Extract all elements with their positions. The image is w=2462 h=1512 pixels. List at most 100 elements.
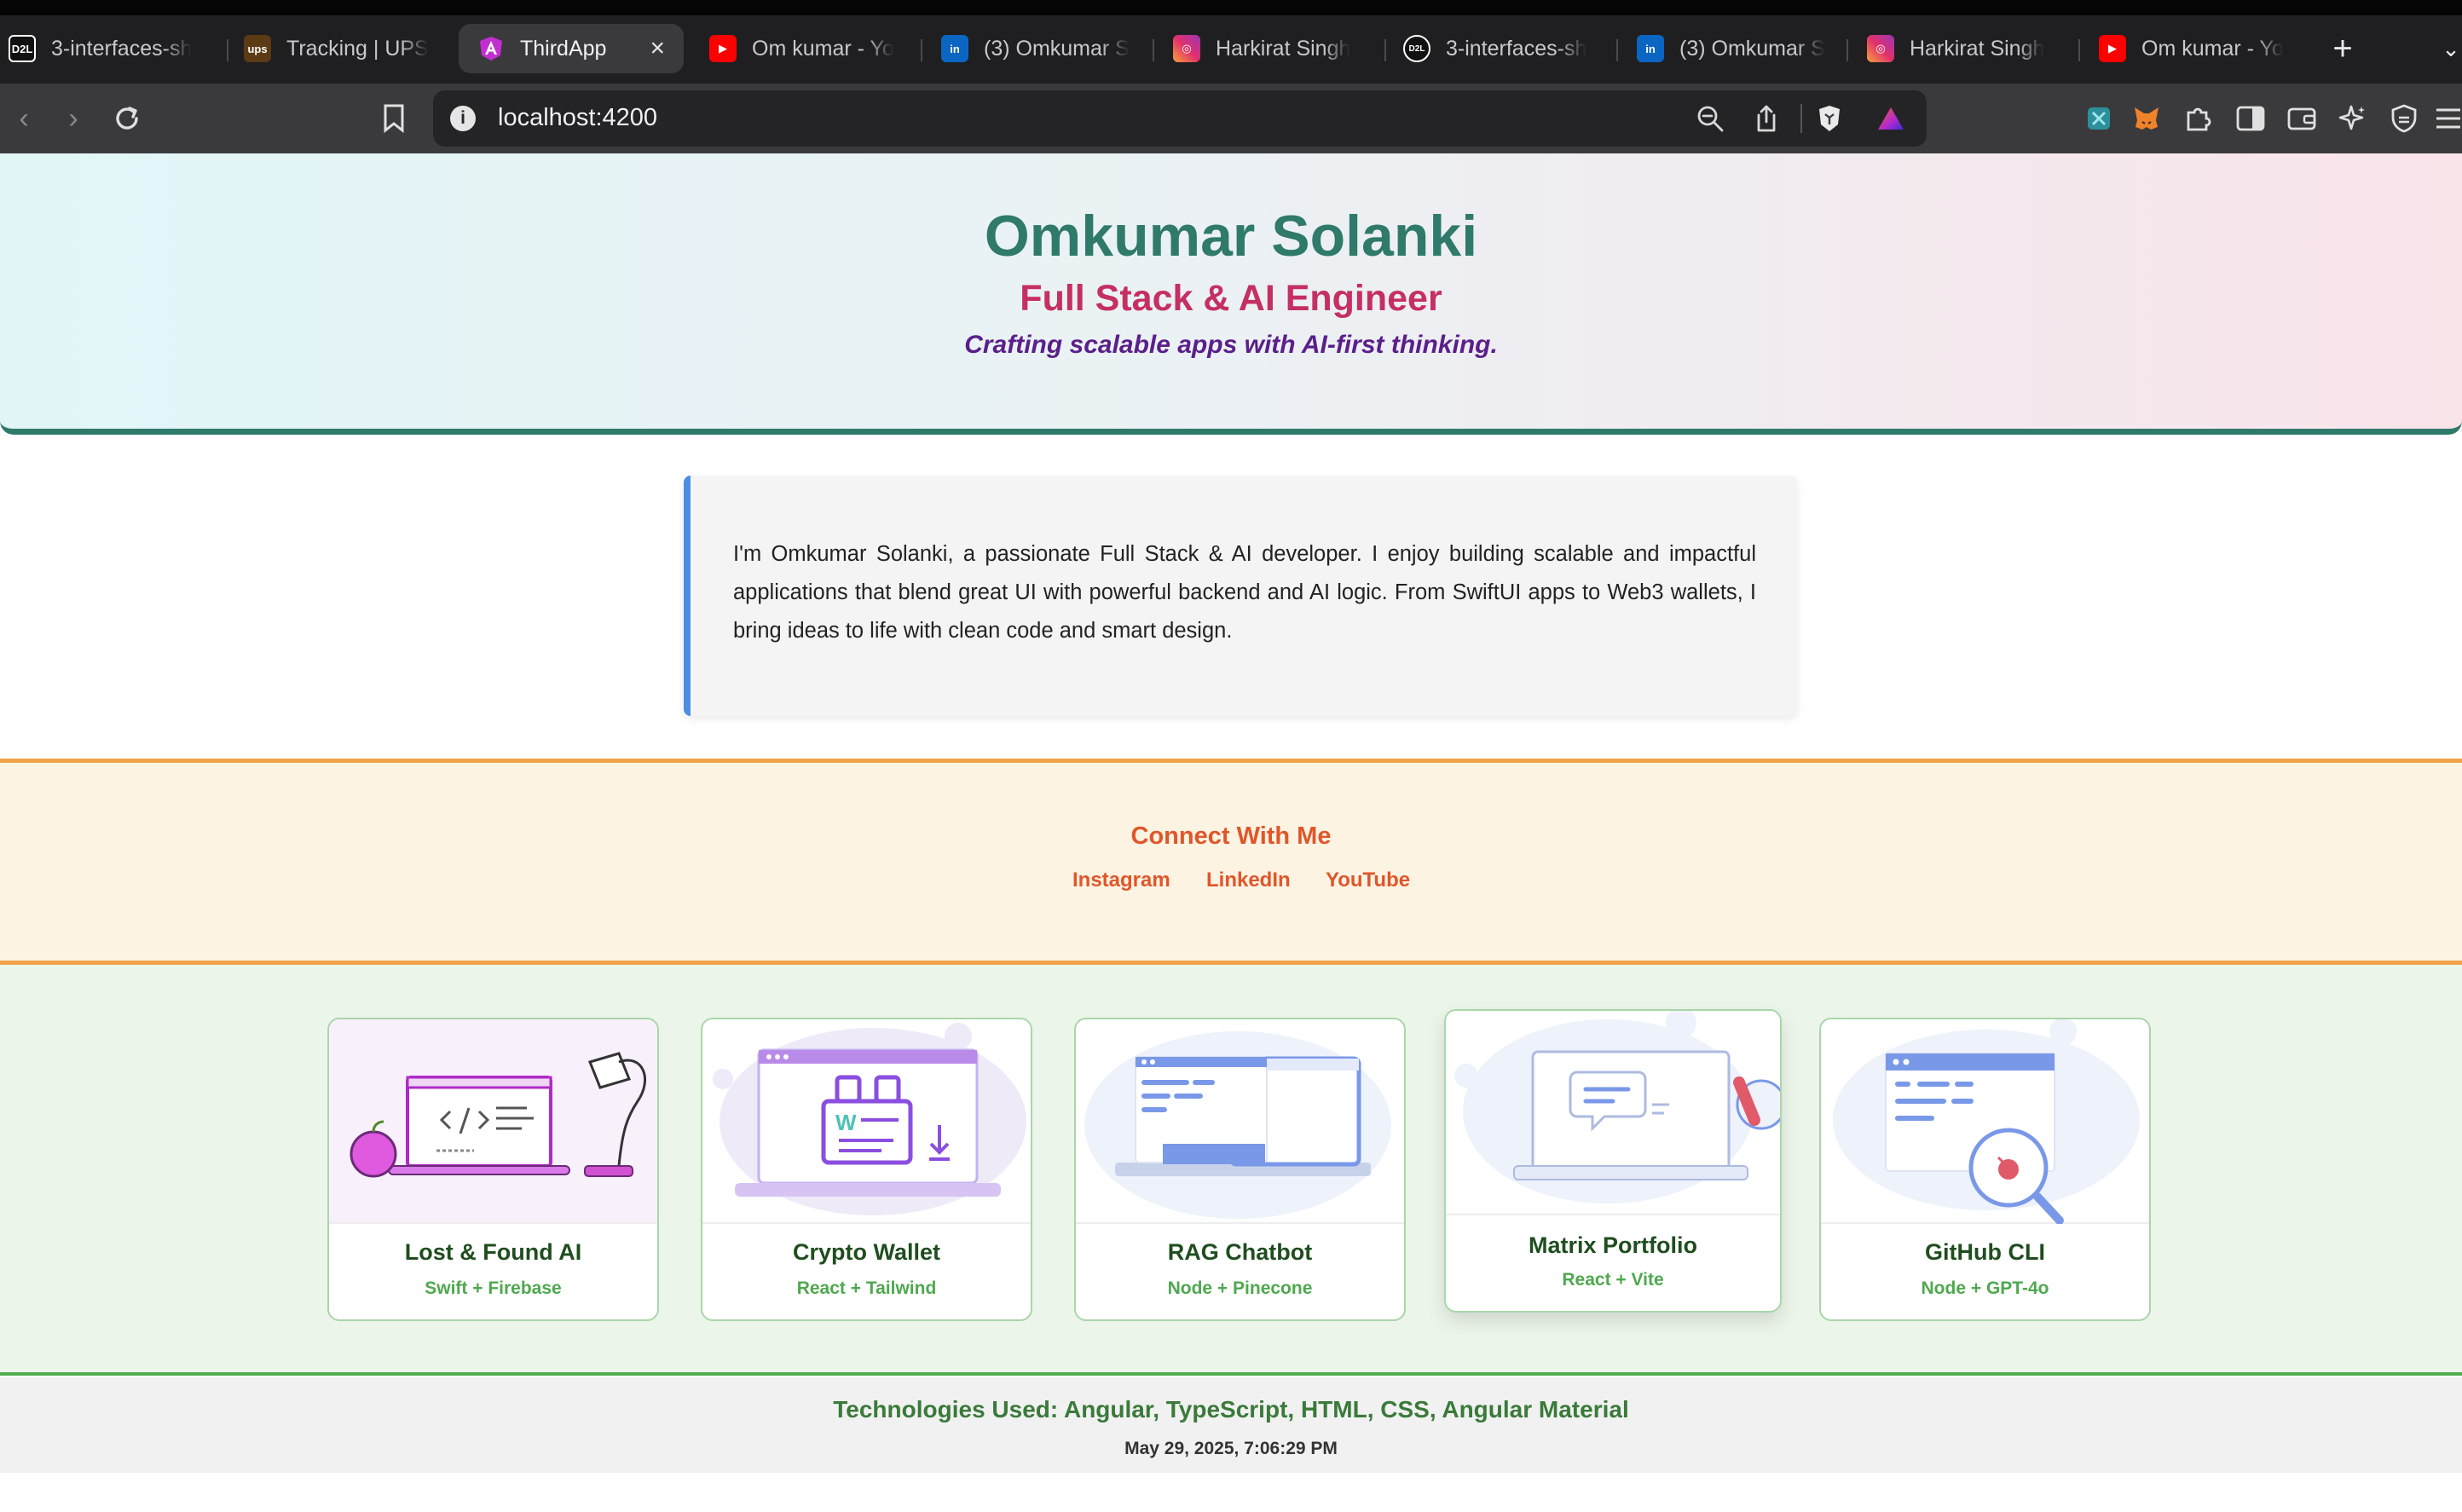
project-title: Lost & Found AI [404, 1239, 582, 1265]
project-title: GitHub CLI [1925, 1239, 2045, 1265]
new-tab-plus-icon[interactable]: + [2326, 24, 2360, 73]
browser-tab[interactable]: in (3) Omkumar S [941, 24, 1139, 73]
close-icon[interactable]: × [650, 34, 665, 63]
laptop-chat-icon [1454, 1011, 1780, 1203]
tab-divider [2078, 39, 2080, 61]
toolbar-divider [1800, 104, 1802, 133]
connect-section: Connect With Me Instagram LinkedIn YouTu… [0, 759, 2462, 965]
tab-divider [1153, 39, 1154, 61]
project-card[interactable]: GitHub CLI Node + GPT-4o [1819, 1018, 2151, 1321]
linkedin-icon: in [941, 35, 968, 62]
share-icon[interactable] [1751, 99, 1782, 138]
site-info-icon[interactable]: i [450, 106, 476, 131]
connect-title: Connect With Me [1130, 822, 1332, 850]
youtube-icon: ▶ [709, 35, 737, 62]
vpn-shield-icon[interactable] [2387, 99, 2421, 138]
tab-divider [921, 39, 922, 61]
linkedin-icon: in [1637, 35, 1664, 62]
tab-divider [1846, 39, 1848, 61]
project-card[interactable]: W Crypto Wallet React + Tailwind [701, 1018, 1032, 1321]
youtube-icon: ▶ [2099, 35, 2126, 62]
browser-tab[interactable]: D2L 3-interfaces-sh [9, 24, 213, 73]
project-image [329, 1019, 657, 1224]
puzzle-extensions-icon[interactable] [2181, 99, 2215, 138]
footer: Technologies Used: Angular, TypeScript, … [0, 1377, 2462, 1473]
project-stack: React + Vite [1562, 1270, 1664, 1290]
page-subtitle: Full Stack & AI Engineer [1020, 278, 1442, 319]
browser-tab[interactable]: ▶ Om kumar - Yo [2099, 24, 2297, 73]
project-title: Matrix Portfolio [1528, 1232, 1697, 1258]
page-content: Omkumar Solanki Full Stack & AI Engineer… [0, 153, 2462, 1512]
ups-icon: ups [244, 35, 271, 62]
url-text[interactable]: localhost:4200 [498, 104, 657, 132]
browser-tab[interactable]: in (3) Omkumar S [1637, 24, 1835, 73]
reload-icon[interactable] [107, 99, 147, 138]
tab-label: Harkirat Singh [1910, 36, 2045, 61]
project-image [1446, 1011, 1780, 1215]
project-title: RAG Chatbot [1167, 1239, 1313, 1265]
browser-tab-active[interactable]: ThirdApp × [459, 24, 684, 73]
angular-icon [477, 35, 505, 62]
current-timestamp: May 29, 2025, 7:06:29 PM [1124, 1439, 1338, 1458]
browser-tab[interactable]: ◎ Harkirat Singh [1173, 24, 1373, 73]
instagram-link[interactable]: Instagram [1072, 869, 1170, 892]
project-stack: Node + GPT-4o [1921, 1278, 2049, 1298]
wallet-app-icon: W [713, 1023, 1026, 1215]
about-text: I'm Omkumar Solanki, a passionate Full S… [733, 542, 1756, 643]
svg-text:W: W [835, 1110, 857, 1135]
linkedin-link[interactable]: LinkedIn [1206, 869, 1291, 892]
instagram-icon: ◎ [1867, 35, 1894, 62]
back-arrow-icon[interactable]: ‹ [9, 99, 39, 138]
tab-divider [1616, 39, 1618, 61]
browser-tab-strip: D2L 3-interfaces-sh ups Tracking | UPS T… [0, 0, 2462, 84]
ai-sparkle-icon[interactable] [2336, 99, 2370, 138]
project-image: W [702, 1019, 1031, 1224]
d2l-icon: D2L [9, 35, 36, 62]
youtube-link[interactable]: YouTube [1326, 869, 1410, 892]
project-title: Crypto Wallet [792, 1239, 940, 1265]
browser-tab[interactable]: ups Tracking | UPS [244, 24, 440, 73]
zoom-out-icon[interactable] [1693, 99, 1727, 138]
project-stack: React + Tailwind [796, 1278, 937, 1298]
tab-label: ThirdApp [520, 36, 607, 61]
browser-tab[interactable]: ◎ Harkirat Singh [1867, 24, 2063, 73]
address-bar[interactable]: i localhost:4200 [433, 90, 1927, 147]
tab-divider [227, 39, 228, 61]
brave-rewards-icon[interactable] [1874, 99, 1908, 138]
project-stack: Node + Pinecone [1167, 1278, 1313, 1298]
sidebar-toggle-icon[interactable] [2234, 99, 2268, 138]
chevron-down-icon[interactable]: ⌄ [2440, 24, 2462, 73]
tagline: Crafting scalable apps with AI-first thi… [964, 331, 1498, 359]
wallet-icon[interactable] [2285, 99, 2319, 138]
technologies-used: Technologies Used: Angular, TypeScript, … [833, 1396, 1629, 1423]
project-card[interactable]: Lost & Found AI Swift + Firebase [327, 1018, 659, 1321]
chat-windows-icon [1084, 1031, 1391, 1219]
metamask-fox-icon[interactable] [2130, 99, 2164, 138]
search-code-icon [1833, 1019, 2140, 1224]
project-image [1821, 1019, 2149, 1224]
project-card-hovered[interactable]: Matrix Portfolio React + Vite [1444, 1009, 1782, 1313]
project-card[interactable]: RAG Chatbot Node + Pinecone [1074, 1018, 1406, 1321]
browser-tab[interactable]: D2L 3-interfaces-sh [1403, 24, 1608, 73]
tab-label: Om kumar - Yo [2141, 36, 2284, 61]
brave-shield-icon[interactable] [1812, 99, 1846, 138]
tab-label: (3) Omkumar S [984, 36, 1130, 61]
hero-header: Omkumar Solanki Full Stack & AI Engineer… [0, 153, 2462, 435]
page-title: Omkumar Solanki [984, 204, 1478, 268]
tab-label: Harkirat Singh [1216, 36, 1351, 61]
forward-arrow-icon[interactable]: › [58, 99, 89, 138]
d2l-icon: D2L [1403, 35, 1430, 62]
instagram-icon: ◎ [1173, 35, 1200, 62]
tab-label: (3) Omkumar S [1679, 36, 1825, 61]
project-stack: Swift + Firebase [425, 1278, 562, 1298]
browser-tab[interactable]: ▶ Om kumar - Yo [709, 24, 910, 73]
tab-label: Tracking | UPS [286, 36, 429, 61]
menu-icon[interactable] [2435, 99, 2462, 138]
tab-label: Om kumar - Yo [752, 36, 894, 61]
extension-icon[interactable] [2082, 99, 2116, 138]
projects-section: Lost & Found AI Swift + Firebase W Crypt… [0, 965, 2462, 1376]
bookmark-icon[interactable] [377, 99, 411, 138]
tab-divider [1384, 39, 1386, 61]
about-card: I'm Omkumar Solanki, a passionate Full S… [684, 476, 1797, 716]
laptop-code-icon [350, 1052, 646, 1178]
